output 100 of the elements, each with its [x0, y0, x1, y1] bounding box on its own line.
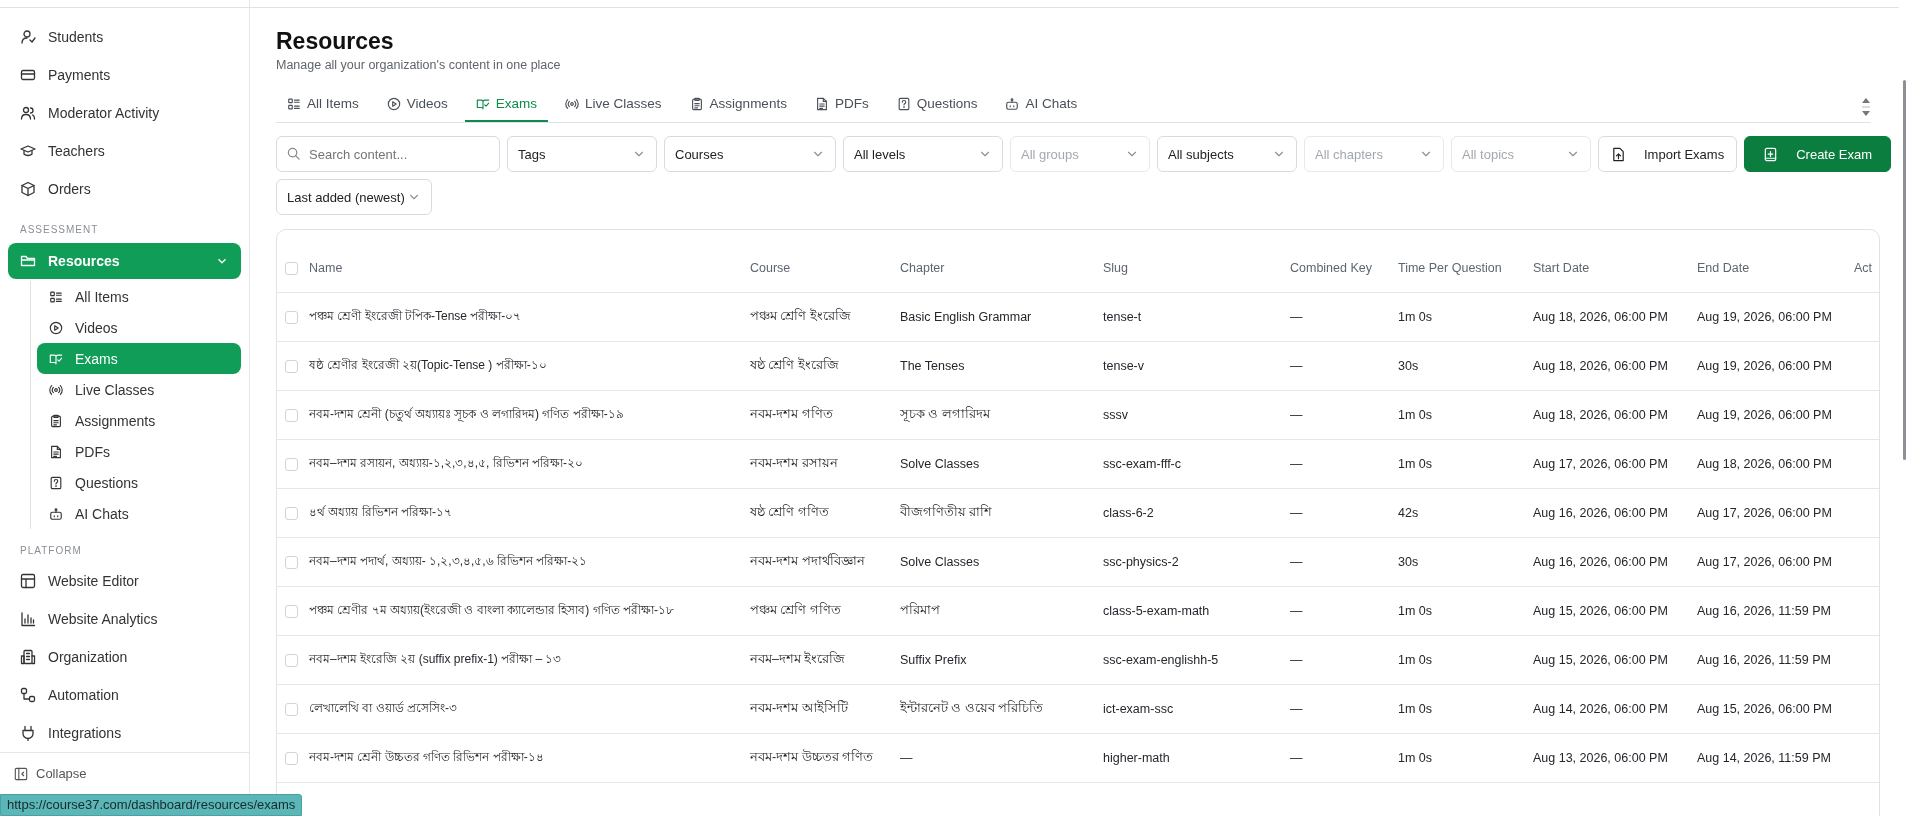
- start-date: Aug 14, 2026, 06:00 PM: [1533, 702, 1668, 716]
- row-checkbox[interactable]: [285, 310, 298, 324]
- tab[interactable]: All Items: [276, 88, 370, 122]
- sidebar-subitem[interactable]: Exams: [37, 343, 241, 374]
- exam-name[interactable]: ৪র্থ অধ্যায় রিভিশন পরিক্ষা-১৭: [309, 503, 452, 523]
- combined-key: —: [1290, 359, 1303, 373]
- question-icon: [49, 475, 63, 490]
- exam-name[interactable]: নবম–দশম ইংরেজি ২য় (suffix prefix-1) পরীক্ষা – ১৩: [309, 650, 562, 670]
- create-button[interactable]: Create Exam: [1744, 136, 1892, 172]
- end-date: Aug 14, 2026, 11:59 PM: [1697, 751, 1831, 765]
- column-header: Chapter: [900, 261, 945, 275]
- chapter-name: পরিমাপ: [900, 601, 940, 619]
- bar-chart-icon: [20, 611, 36, 627]
- sidebar-subitem[interactable]: Questions: [37, 467, 241, 498]
- row-checkbox[interactable]: [285, 555, 298, 569]
- row-checkbox[interactable]: [285, 751, 298, 765]
- sidebar-subitem[interactable]: Videos: [37, 312, 241, 343]
- book-plus-icon: [1763, 146, 1779, 162]
- sidebar-item[interactable]: Teachers: [8, 132, 241, 170]
- sidebar-subitem[interactable]: AI Chats: [37, 498, 241, 529]
- filter-dropdown[interactable]: All levels: [843, 136, 1003, 172]
- end-date: Aug 18, 2026, 06:00 PM: [1697, 457, 1832, 471]
- tab[interactable]: PDFs: [803, 88, 880, 122]
- row-checkbox[interactable]: [285, 506, 298, 520]
- section-heading: PLATFORM: [19, 544, 83, 558]
- exam-name[interactable]: ষষ্ঠ শ্রেণীর ইংরেজী ২য়(Topic-Tense ) পরীক্ষা-১০: [309, 356, 547, 376]
- play-icon: [386, 96, 401, 111]
- sidebar-item[interactable]: Website Analytics: [8, 600, 241, 638]
- sidebar-item[interactable]: Payments: [8, 56, 241, 94]
- time-per-question: 1m 0s: [1398, 457, 1433, 471]
- combined-key: —: [1290, 555, 1303, 569]
- start-date: Aug 17, 2026, 06:00 PM: [1533, 457, 1668, 471]
- filter-dropdown[interactable]: Tags: [507, 136, 657, 172]
- combined-key: —: [1290, 310, 1303, 324]
- chapter-name: Suffix Prefix: [900, 653, 967, 667]
- exam-name[interactable]: নবম-দশম শ্রেনী (চতুর্থ অধ্যায়ঃ সূচক ও লগারিদম) গণিত পরীক্ষা-১৯: [309, 405, 624, 425]
- scroll-arrows-icon[interactable]: [1861, 96, 1871, 118]
- sidebar-item[interactable]: Orders: [8, 170, 241, 208]
- sidebar-item[interactable]: Resources: [8, 243, 241, 279]
- tab[interactable]: Assignments: [678, 88, 798, 122]
- exam-name[interactable]: নবম–দশম পদার্থ, অধ্যায়- ১,২,৩,৪,৫,৬ রিভিশন পরিক্ষা-২১: [309, 552, 588, 572]
- sidebar-item[interactable]: Organization: [8, 638, 241, 676]
- clipboard-icon: [49, 413, 63, 428]
- tab[interactable]: Live Classes: [554, 88, 673, 122]
- course-name: নবম-দশম আইসিটি: [750, 699, 848, 717]
- sidebar-item[interactable]: Website Editor: [8, 562, 241, 600]
- row-checkbox[interactable]: [285, 702, 298, 716]
- tab[interactable]: AI Chats: [994, 88, 1089, 122]
- sidebar-item[interactable]: Students: [8, 18, 241, 56]
- time-per-question: 1m 0s: [1398, 702, 1433, 716]
- row-checkbox[interactable]: [285, 261, 298, 275]
- tab[interactable]: Exams: [464, 88, 549, 122]
- filter-dropdown[interactable]: Courses: [664, 136, 836, 172]
- sidebar-subitem[interactable]: PDFs: [37, 436, 241, 467]
- chapter-name: Basic English Grammar: [900, 310, 1032, 324]
- end-date: Aug 19, 2026, 06:00 PM: [1697, 359, 1832, 373]
- row-checkbox[interactable]: [285, 457, 298, 471]
- broadcast-icon: [565, 96, 580, 111]
- status-url: https://course37.com/dashboard/resources/exams: [0, 794, 303, 816]
- slug: higher-math: [1103, 751, 1170, 765]
- course-name: পঞ্চম শ্রেণি গণিত: [750, 601, 841, 619]
- search-field[interactable]: Search content...: [276, 136, 500, 172]
- tab[interactable]: Videos: [375, 88, 459, 122]
- collapse-icon: [14, 766, 28, 781]
- sidebar-subitem[interactable]: Assignments: [37, 405, 241, 436]
- start-date: Aug 18, 2026, 06:00 PM: [1533, 408, 1668, 422]
- exam-name[interactable]: লেখালেখি বা ওয়ার্ড প্রসেসিং-৩: [309, 699, 457, 719]
- exam-name[interactable]: নবম-দশম শ্রেনী উচ্চতর গণিত রিভিশন পরীক্ষা-১৪: [309, 748, 544, 768]
- row-checkbox[interactable]: [285, 408, 298, 422]
- sort-dropdown[interactable]: Last added (newest): [276, 179, 432, 215]
- exam-name[interactable]: পঞ্চম শ্রেণী ইংরেজী টপিক-Tense পরীক্ষা-০৭: [309, 307, 522, 327]
- slug: ssc-exam-englishh-5: [1103, 653, 1219, 667]
- course-name: নবম-দশম রসায়ন: [750, 455, 838, 472]
- row-checkbox[interactable]: [285, 359, 298, 373]
- filter-dropdown[interactable]: All subjects: [1157, 136, 1297, 172]
- column-header: Slug: [1103, 261, 1129, 275]
- end-date: Aug 16, 2026, 11:59 PM: [1697, 604, 1831, 618]
- exam-name[interactable]: পঞ্চম শ্রেণীর ৭ম অধ্যায়(ইংরেজী ও বাংলা ক্যালেন্ডার হিসাব) গণিত পরীক্ষা-১৮: [309, 601, 674, 621]
- sidebar-subitem[interactable]: Live Classes: [37, 374, 241, 405]
- column-header: Course: [750, 261, 791, 275]
- document-icon: [49, 444, 63, 459]
- end-date: Aug 16, 2026, 11:59 PM: [1697, 653, 1831, 667]
- row-checkbox[interactable]: [285, 653, 298, 667]
- scrollbar-thumb[interactable]: [1902, 80, 1906, 460]
- sidebar-item[interactable]: Moderator Activity: [8, 94, 241, 132]
- sidebar-subitem[interactable]: All Items: [37, 281, 241, 312]
- course-name: পঞ্চম শ্রেণি ইংরেজি: [750, 307, 851, 325]
- exam-name[interactable]: নবম–দশম রসায়ন, অধ্যায়-১,২,৩,৪,৫, রিভিশন পরিক্ষা-২০: [309, 454, 583, 474]
- end-date: Aug 17, 2026, 06:00 PM: [1697, 506, 1832, 520]
- row-checkbox[interactable]: [285, 604, 298, 618]
- folder-icon: [20, 253, 36, 269]
- sidebar-item[interactable]: Integrations: [8, 714, 241, 752]
- user-check-icon: [20, 29, 36, 45]
- tab[interactable]: Questions: [885, 88, 989, 122]
- import-button[interactable]: Import Exams: [1598, 136, 1738, 172]
- list-icon: [49, 289, 63, 304]
- sidebar-item[interactable]: Automation: [8, 676, 241, 714]
- start-date: Aug 13, 2026, 06:00 PM: [1533, 751, 1668, 765]
- chapter-name: ইন্টারনেট ও ওয়েব পরিচিতি: [900, 699, 1044, 717]
- combined-key: —: [1290, 604, 1303, 618]
